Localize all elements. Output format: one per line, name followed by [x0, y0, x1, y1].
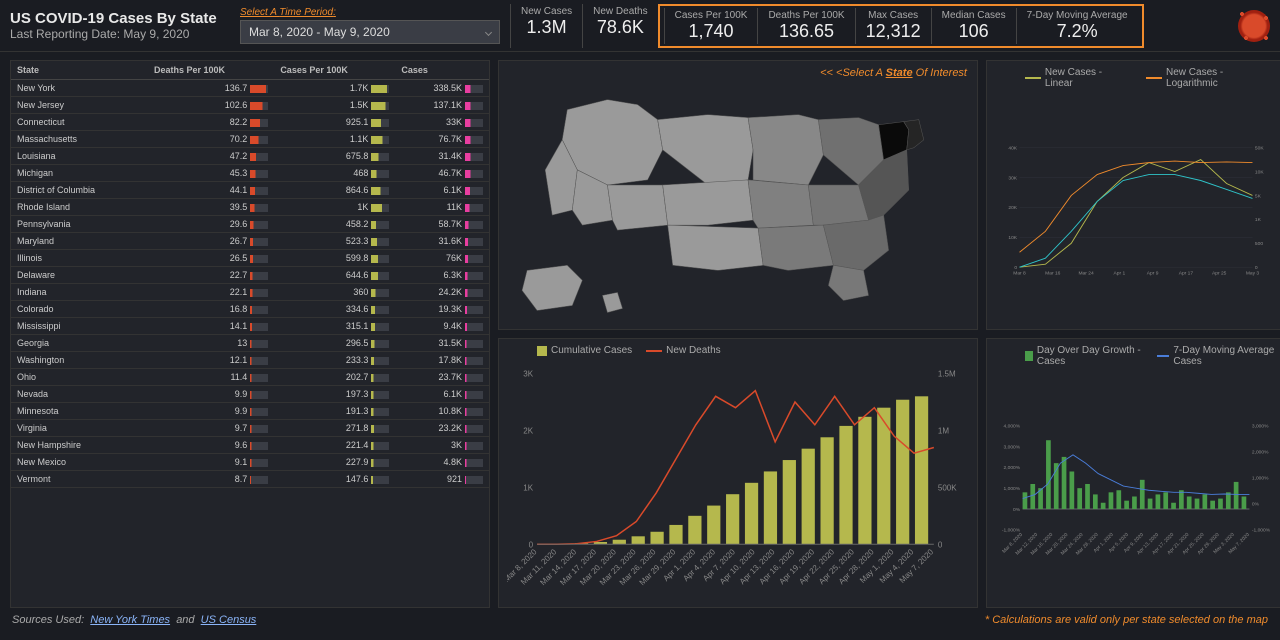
- svg-text:0%: 0%: [1252, 502, 1260, 508]
- table-row[interactable]: Connecticut 82.2 925.1 33K: [11, 114, 489, 131]
- svg-text:3,000%: 3,000%: [1004, 444, 1021, 450]
- kpi-deaths-per-100k: Deaths Per 100K136.65: [757, 8, 854, 44]
- table-row[interactable]: Indiana 22.1 360 24.2K: [11, 284, 489, 301]
- svg-text:May 3: May 3: [1246, 271, 1260, 277]
- last-date-value: May 9, 2020: [123, 27, 189, 41]
- table-row[interactable]: New Hampshire 9.6 221.4 3K: [11, 437, 489, 454]
- svg-text:Mar 16: Mar 16: [1045, 271, 1061, 277]
- time-period-link[interactable]: Time Period: [279, 7, 333, 18]
- chevron-down-icon: [485, 28, 492, 35]
- kpi-cases-per-100k: Cases Per 100K1,740: [664, 8, 758, 44]
- svg-text:4,000%: 4,000%: [1004, 423, 1021, 429]
- kpi-median-cases: Median Cases106: [931, 8, 1016, 44]
- svg-text:1.5M: 1.5M: [938, 370, 956, 379]
- svg-text:Apr 25: Apr 25: [1212, 271, 1227, 277]
- table-row[interactable]: Louisiana 47.2 675.8 31.4K: [11, 148, 489, 165]
- table-row[interactable]: New York 136.7 1.7K 338.5K: [11, 80, 489, 97]
- page-title: US COVID-19 Cases By State: [10, 10, 230, 27]
- svg-text:20K: 20K: [1008, 205, 1017, 211]
- kpi-new-deaths: New Deaths78.6K: [582, 4, 657, 48]
- svg-text:1,000%: 1,000%: [1004, 486, 1021, 492]
- new-cases-chart-panel: New Cases - LinearNew Cases - Logarithmi…: [986, 60, 1280, 330]
- svg-text:1M: 1M: [938, 426, 949, 435]
- svg-text:2,000%: 2,000%: [1004, 465, 1021, 471]
- calc-note: * Calculations are valid only per state …: [985, 614, 1268, 626]
- table-row[interactable]: Virginia 9.7 271.8 23.2K: [11, 420, 489, 437]
- table-row[interactable]: Michigan 45.3 468 46.7K: [11, 165, 489, 182]
- svg-text:Apr 17: Apr 17: [1179, 271, 1194, 277]
- svg-text:5K: 5K: [1255, 193, 1262, 199]
- table-row[interactable]: District of Columbia 44.1 864.6 6.1K: [11, 182, 489, 199]
- svg-text:10K: 10K: [1255, 169, 1264, 175]
- table-row[interactable]: Massachusetts 70.2 1.1K 76.7K: [11, 131, 489, 148]
- time-period-select[interactable]: Mar 8, 2020 - May 9, 2020: [240, 20, 500, 44]
- us-map-panel[interactable]: << <Select A State Of Interest: [498, 60, 978, 330]
- svg-text:1K: 1K: [1255, 217, 1262, 223]
- state-table: StateDeaths Per 100KCases Per 100KCases …: [11, 61, 489, 488]
- table-row[interactable]: Maryland 26.7 523.3 31.6K: [11, 233, 489, 250]
- svg-text:30K: 30K: [1008, 175, 1017, 181]
- svg-text:0: 0: [1255, 265, 1258, 271]
- growth-chart[interactable]: -1,000% 0% 1,000% 2,000% 3,000% 4,000% -1,000%…: [995, 371, 1277, 608]
- source-census-link[interactable]: US Census: [201, 614, 257, 626]
- table-row[interactable]: New Jersey 102.6 1.5K 137.1K: [11, 97, 489, 114]
- svg-text:Apr 9: Apr 9: [1147, 271, 1159, 277]
- svg-text:2,000%: 2,000%: [1252, 450, 1269, 456]
- svg-text:50K: 50K: [1255, 145, 1264, 151]
- table-row[interactable]: Ohio 11.4 202.7 23.7K: [11, 369, 489, 386]
- svg-text:0: 0: [1014, 265, 1017, 271]
- source-nyt-link[interactable]: New York Times: [90, 614, 170, 626]
- virus-icon: [1238, 10, 1270, 42]
- state-table-panel[interactable]: StateDeaths Per 100KCases Per 100KCases …: [10, 60, 490, 608]
- kpi-new-cases: New Cases1.3M: [510, 4, 582, 48]
- svg-text:-1,000%: -1,000%: [1002, 528, 1021, 534]
- table-row[interactable]: Colorado 16.8 334.6 19.3K: [11, 301, 489, 318]
- svg-text:500: 500: [1255, 241, 1263, 247]
- svg-text:-1,000%: -1,000%: [1252, 528, 1271, 534]
- sources: Sources Used: New York Times and US Cens…: [12, 614, 256, 626]
- svg-text:1K: 1K: [523, 483, 533, 492]
- svg-text:0%: 0%: [1013, 507, 1021, 513]
- last-date-label: Last Reporting Date:: [10, 27, 120, 41]
- kpi-max-cases: Max Cases12,312: [855, 8, 931, 44]
- svg-text:Mar 24: Mar 24: [1078, 271, 1094, 277]
- table-row[interactable]: Washington 12.1 233.3 17.8K: [11, 352, 489, 369]
- svg-text:Apr 1: Apr 1: [1114, 271, 1126, 277]
- svg-text:1,000%: 1,000%: [1252, 476, 1269, 482]
- svg-text:10K: 10K: [1008, 235, 1017, 241]
- table-row[interactable]: Delaware 22.7 644.6 6.3K: [11, 267, 489, 284]
- svg-text:500K: 500K: [938, 483, 957, 492]
- table-row[interactable]: New Mexico 9.1 227.9 4.8K: [11, 454, 489, 471]
- us-map[interactable]: [507, 67, 969, 323]
- table-row[interactable]: Minnesota 9.9 191.3 10.8K: [11, 403, 489, 420]
- map-hint: << <Select A State Of Interest: [820, 67, 967, 79]
- table-row[interactable]: Vermont 8.7 147.6 921: [11, 471, 489, 488]
- cumulative-chart-panel: Cumulative CasesNew Deaths 01K2K3K0500K1…: [498, 338, 978, 608]
- svg-text:2K: 2K: [523, 426, 533, 435]
- table-row[interactable]: Illinois 26.5 599.8 76K: [11, 250, 489, 267]
- table-row[interactable]: Pennsylvania 29.6 458.2 58.7K: [11, 216, 489, 233]
- svg-text:3,000%: 3,000%: [1252, 423, 1269, 429]
- svg-text:0: 0: [938, 540, 943, 549]
- table-row[interactable]: Nevada 9.9 197.3 6.1K: [11, 386, 489, 403]
- growth-chart-panel: Day Over Day Growth - Cases7-Day Moving …: [986, 338, 1280, 608]
- new-cases-chart[interactable]: 0 10K 20K 30K 40K 0 500 1K 5K 10K 50K Mar 8 Mar 16 Ma…: [995, 93, 1277, 330]
- svg-text:40K: 40K: [1008, 145, 1017, 151]
- table-row[interactable]: Mississippi 14.1 315.1 9.4K: [11, 318, 489, 335]
- table-row[interactable]: Rhode Island 39.5 1K 11K: [11, 199, 489, 216]
- cumulative-chart[interactable]: 01K2K3K0500K1M1.5MMar 8, 2020Mar 11, 202…: [507, 360, 969, 598]
- svg-text:Mar 8: Mar 8: [1013, 271, 1026, 277]
- svg-text:3K: 3K: [523, 370, 533, 379]
- kpi-moving-avg: 7-Day Moving Average7.2%: [1016, 8, 1138, 44]
- table-row[interactable]: Georgia 13 296.5 31.5K: [11, 335, 489, 352]
